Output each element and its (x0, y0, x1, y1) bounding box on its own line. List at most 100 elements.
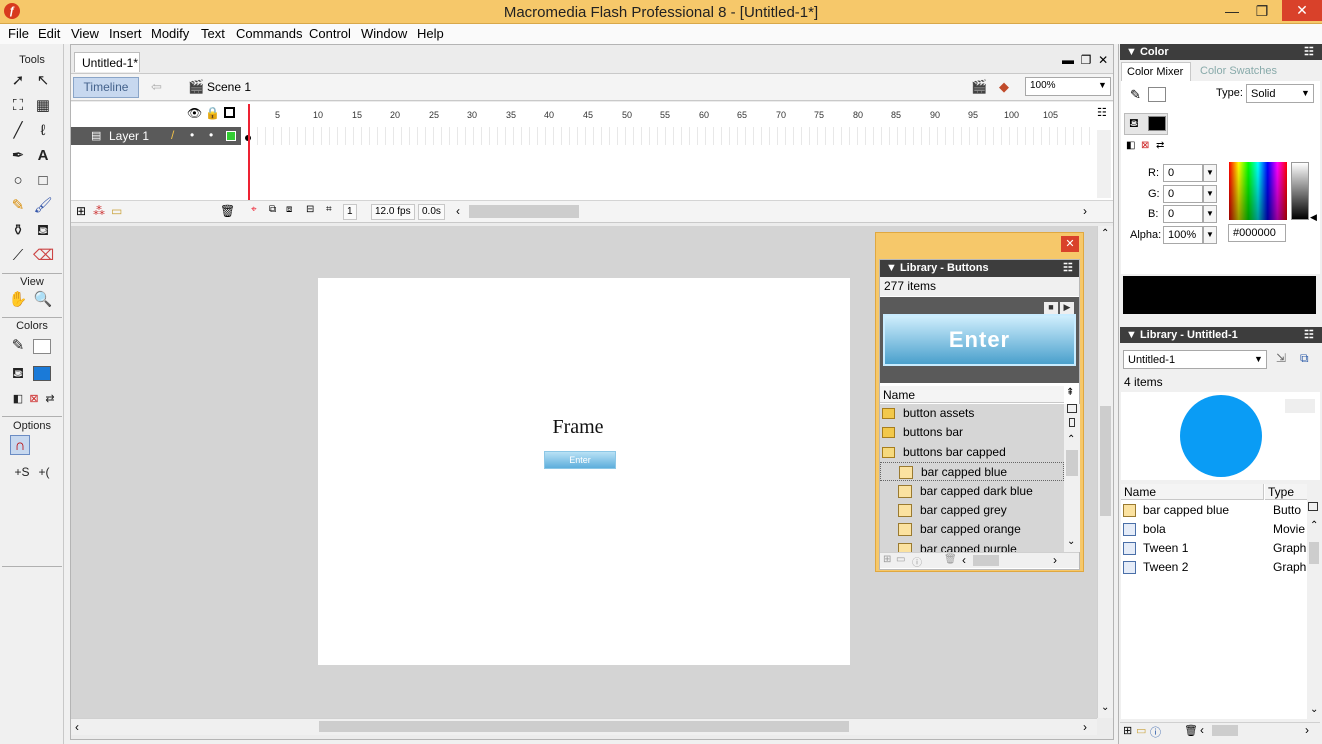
narrow-view-icon[interactable] (1069, 418, 1075, 427)
type-select[interactable]: Solid ▼ (1246, 84, 1314, 103)
wide-view-icon[interactable] (1067, 404, 1077, 413)
stroke-color-icon[interactable]: ✎ (1130, 87, 1141, 103)
motion-guide-icon[interactable]: ⁂ (93, 204, 105, 218)
menu-text[interactable]: Text (201, 26, 225, 41)
pin-library-icon[interactable]: ⇲ (1276, 351, 1286, 365)
swap-colors-icon[interactable]: ⇄ (40, 389, 60, 409)
stage-vscroll-thumb[interactable] (1100, 406, 1111, 516)
stroke-color-icon[interactable]: ✎ (8, 336, 28, 356)
frame-text[interactable]: Frame (318, 416, 838, 439)
zoom-icon[interactable]: 🔍 (33, 290, 53, 310)
library-item[interactable]: Tween 1 Graph (1121, 539, 1307, 558)
restore-button[interactable]: ❐ (1248, 2, 1276, 21)
r-input[interactable]: 0 (1163, 164, 1203, 182)
chevron-left-icon[interactable]: ‹ (962, 553, 966, 567)
onion-skin-icon[interactable]: ⧉ (269, 204, 276, 215)
zoom-select[interactable]: 100% ▼ (1025, 77, 1111, 96)
hscroll-thumb[interactable] (973, 555, 999, 566)
menu-help[interactable]: Help (417, 26, 444, 41)
library-document-select[interactable]: Untitled-1 ▼ (1123, 350, 1267, 369)
swap-colors-icon[interactable]: ⇄ (1156, 140, 1164, 151)
ink-bottle-icon[interactable]: ⚱ (8, 221, 28, 241)
library-buttons-header[interactable]: ▼ Library - Buttons ☷ (880, 260, 1079, 277)
new-folder-icon[interactable]: ▭ (1136, 724, 1146, 737)
stage-hscroll[interactable]: ‹ › (71, 718, 1097, 735)
library-item[interactable]: Tween 2 Graph (1121, 558, 1307, 577)
pencil-icon[interactable]: ✎ (8, 196, 28, 216)
library-item[interactable]: bar capped blue Butto (1121, 501, 1307, 520)
menu-edit[interactable]: Edit (38, 26, 60, 41)
menu-insert[interactable]: Insert (109, 26, 142, 41)
new-symbol-icon[interactable]: ⊞ (883, 554, 891, 565)
list-item[interactable]: buttons bar capped (880, 443, 1064, 462)
onion-markers-icon[interactable]: ⌗ (326, 204, 332, 215)
alpha-input[interactable]: 100% (1163, 226, 1203, 244)
stage-vscroll[interactable]: ⌃ ⌄ (1097, 226, 1113, 718)
brightness-slider[interactable] (1291, 162, 1309, 220)
mixer-stroke-swatch[interactable] (1148, 87, 1166, 102)
color-spectrum[interactable] (1229, 162, 1287, 220)
playhead[interactable] (248, 104, 250, 200)
menu-window[interactable]: Window (361, 26, 407, 41)
hand-icon[interactable]: ✋ (8, 290, 28, 310)
chevron-up-icon[interactable]: ⌃ (1067, 434, 1075, 445)
chevron-right-icon[interactable]: › (1083, 204, 1087, 218)
library-buttons-vscroll[interactable]: ⌃ ⌄ (1064, 404, 1080, 552)
edit-scene-icon[interactable]: 🎬 (971, 79, 987, 95)
wide-view-icon[interactable] (1308, 502, 1318, 511)
doc-close-icon[interactable]: ✕ (1098, 53, 1108, 67)
stage[interactable] (318, 278, 850, 665)
type-column-header[interactable]: Type (1265, 484, 1307, 500)
center-frame-icon[interactable]: ⌖ (251, 204, 257, 215)
new-symbol-icon[interactable]: ⊞ (1123, 724, 1132, 737)
list-item[interactable]: button assets (880, 404, 1064, 423)
outline-icon[interactable] (224, 107, 235, 118)
b-input[interactable]: 0 (1163, 205, 1203, 223)
close-button[interactable]: ✕ (1282, 0, 1322, 21)
list-item-selected[interactable]: bar capped blue (880, 462, 1064, 481)
menu-control[interactable]: Control (309, 26, 351, 41)
smooth-icon[interactable]: +S (12, 462, 32, 482)
black-white-icon[interactable]: ◧ (1126, 140, 1135, 151)
preview-controls[interactable] (1285, 399, 1315, 413)
mixer-fill-swatch[interactable] (1148, 116, 1166, 131)
snap-magnet-icon[interactable]: ∩ (10, 435, 30, 455)
eye-icon[interactable]: 👁 (187, 106, 202, 120)
panel-menu-icon[interactable]: ☷ (1063, 260, 1073, 277)
chevron-right-icon[interactable]: › (1053, 553, 1057, 567)
insert-layer-icon[interactable]: ⊞ (76, 204, 86, 218)
chevron-left-icon[interactable]: ‹ (456, 204, 460, 218)
paint-bucket-icon[interactable]: ⛾ (33, 221, 53, 241)
straighten-icon[interactable]: +( (34, 462, 54, 482)
chevron-down-icon[interactable]: ⌄ (1310, 704, 1318, 715)
chevron-left-icon[interactable]: ‹ (75, 720, 79, 734)
chevron-down-icon[interactable]: ▼ (1203, 205, 1217, 223)
list-item[interactable]: bar capped orange (880, 520, 1064, 539)
tab-color-mixer[interactable]: Color Mixer (1121, 62, 1191, 81)
fill-color-icon[interactable]: ⛾ (8, 364, 28, 384)
library-item[interactable]: bola Movie (1121, 520, 1307, 539)
library-buttons-close-icon[interactable]: ✕ (1061, 236, 1079, 252)
lock-dot[interactable]: • (209, 128, 213, 142)
library-doc-vscroll[interactable]: ⌃ ⌄ (1307, 484, 1321, 719)
doc-minimize-icon[interactable]: ▬ (1062, 53, 1074, 67)
stage-enter-button[interactable]: Enter (544, 451, 616, 469)
chevron-down-icon[interactable]: ▼ (1203, 226, 1217, 244)
name-column-header[interactable]: Name (1121, 484, 1264, 500)
list-item[interactable]: bar capped grey (880, 501, 1064, 520)
chevron-down-icon[interactable]: ⌄ (1067, 536, 1075, 547)
timeline-ruler[interactable]: 5 10 15 20 25 30 35 40 45 50 55 60 65 70… (247, 104, 1095, 126)
chevron-down-icon[interactable]: ⌄ (1101, 702, 1109, 713)
chevron-up-icon[interactable]: ⌃ (1310, 520, 1318, 531)
library-doc-header[interactable]: ▼ Library - Untitled-1 ☷ (1120, 327, 1322, 343)
list-item[interactable]: bar capped dark blue (880, 482, 1064, 501)
chevron-up-icon[interactable]: ⌃ (1101, 228, 1109, 239)
delete-icon[interactable]: 🗑 (1184, 724, 1198, 737)
vscroll-thumb[interactable] (1066, 450, 1078, 476)
hex-input[interactable]: #000000 (1228, 224, 1286, 242)
lock-icon[interactable]: 🔒 (205, 106, 220, 120)
free-transform-icon[interactable]: ⛶ (8, 96, 28, 116)
delete-layer-icon[interactable]: 🗑 (220, 204, 235, 218)
delete-icon[interactable]: 🗑 (944, 554, 957, 565)
menu-view[interactable]: View (71, 26, 99, 41)
